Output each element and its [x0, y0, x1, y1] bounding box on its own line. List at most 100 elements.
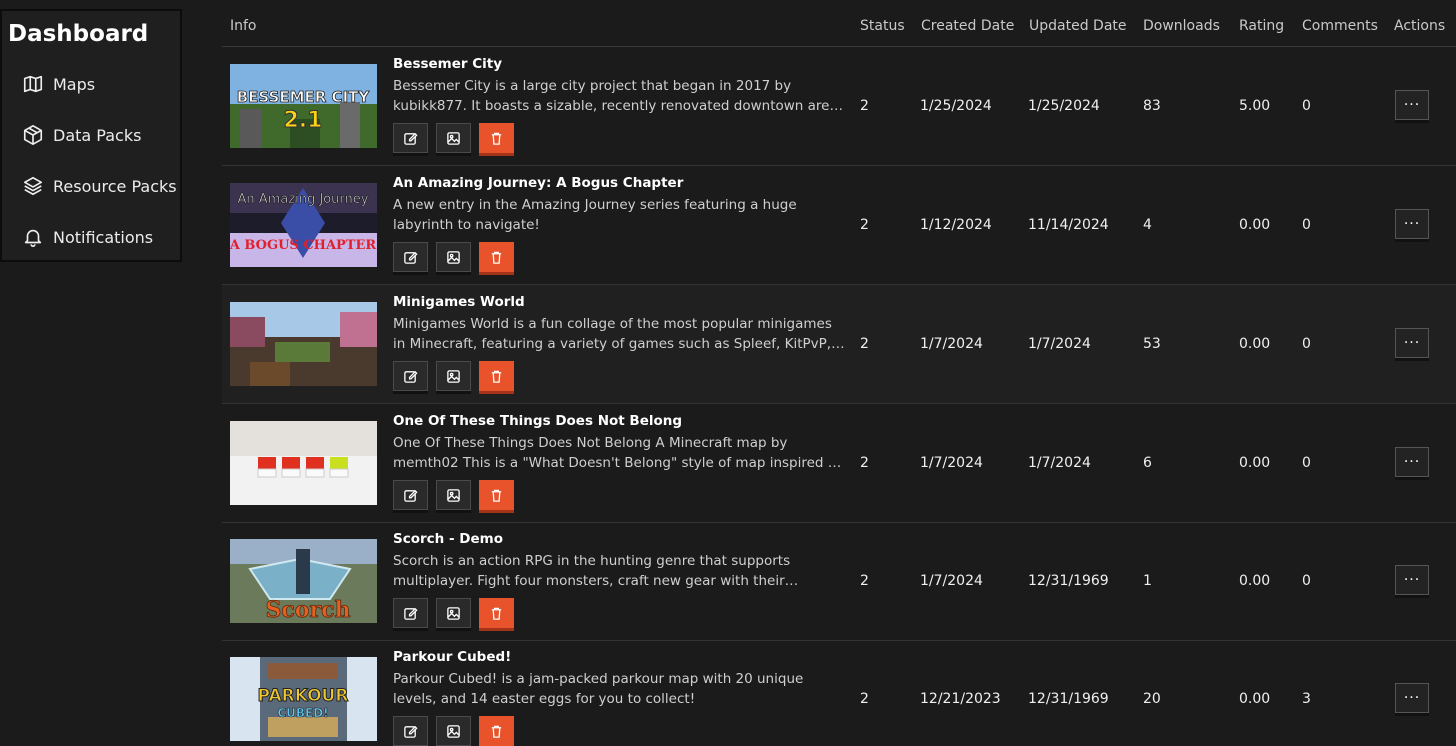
sidebar: Dashboard Maps Data Packs Resource Packs…: [0, 9, 182, 262]
delete-button[interactable]: [479, 242, 514, 272]
more-actions-button[interactable]: ···: [1395, 565, 1429, 595]
sidebar-item-label: Data Packs: [53, 125, 142, 145]
image-icon: [447, 131, 460, 145]
updated-date-cell: 1/7/2024: [1028, 455, 1091, 471]
created-date-cell: 1/7/2024: [920, 455, 983, 471]
downloads-cell: 4: [1143, 217, 1152, 233]
table-row: Scorch Scorch - Demo Scorch is an action…: [222, 522, 1456, 641]
more-actions-button[interactable]: ···: [1395, 209, 1429, 239]
map-title[interactable]: An Amazing Journey: A Bogus Chapter: [393, 175, 683, 191]
svg-text:BESSEMER CITY: BESSEMER CITY: [237, 88, 371, 106]
status-cell: 2: [860, 98, 869, 114]
sidebar-item-label: Maps: [53, 74, 96, 94]
map-thumbnail[interactable]: BESSEMER CITY 2.1: [230, 64, 377, 148]
column-header-status: Status: [860, 18, 905, 34]
map-title[interactable]: Scorch - Demo: [393, 531, 503, 547]
map-thumbnail[interactable]: [230, 302, 377, 386]
updated-date-cell: 12/31/1969: [1028, 573, 1109, 589]
updated-date-cell: 11/14/2024: [1028, 217, 1109, 233]
comments-cell: 0: [1302, 98, 1311, 114]
edit-icon: [404, 251, 418, 264]
status-cell: 2: [860, 573, 869, 589]
image-button[interactable]: [436, 242, 471, 272]
rating-cell: 0.00: [1239, 455, 1271, 471]
edit-button[interactable]: [393, 480, 428, 510]
svg-text:Scorch: Scorch: [266, 597, 351, 623]
created-date-cell: 1/12/2024: [920, 217, 992, 233]
edit-button[interactable]: [393, 361, 428, 391]
created-date-cell: 12/21/2023: [920, 691, 1001, 707]
comments-cell: 0: [1302, 573, 1311, 589]
sidebar-item-label: Resource Packs: [53, 176, 177, 196]
edit-icon: [404, 489, 418, 502]
edit-icon: [404, 607, 418, 620]
svg-text:A BOGUS CHAPTER: A BOGUS CHAPTER: [230, 238, 376, 253]
table-header: Info Status Created Date Updated Date Do…: [222, 0, 1456, 47]
table-row: An Amazing Journey A BOGUS CHAPTER An Am…: [222, 166, 1456, 285]
image-button[interactable]: [436, 361, 471, 391]
status-cell: 2: [860, 217, 869, 233]
delete-button[interactable]: [479, 598, 514, 628]
map-title[interactable]: One Of These Things Does Not Belong: [393, 413, 682, 429]
map-title[interactable]: Parkour Cubed!: [393, 649, 511, 665]
image-button[interactable]: [436, 480, 471, 510]
svg-text:CUBED!: CUBED!: [277, 706, 328, 720]
box-icon: [23, 125, 43, 145]
image-button[interactable]: [436, 598, 471, 628]
rating-cell: 0.00: [1239, 336, 1271, 352]
trash-icon: [491, 607, 502, 620]
map-icon: [23, 75, 43, 93]
map-title[interactable]: Bessemer City: [393, 56, 502, 72]
comments-cell: 0: [1302, 217, 1311, 233]
column-header-rating: Rating: [1239, 18, 1285, 34]
map-thumbnail[interactable]: [230, 421, 377, 505]
comments-cell: 0: [1302, 336, 1311, 352]
image-button[interactable]: [436, 123, 471, 153]
more-actions-button[interactable]: ···: [1395, 90, 1429, 120]
layers-icon: [23, 176, 43, 196]
sidebar-item-label: Notifications: [53, 227, 154, 247]
map-description: Minigames World is a fun collage of the …: [393, 316, 832, 352]
delete-button[interactable]: [479, 361, 514, 391]
updated-date-cell: 1/7/2024: [1028, 336, 1091, 352]
image-icon: [447, 250, 460, 264]
column-header-updated-date: Updated Date: [1029, 18, 1127, 34]
rating-cell: 0.00: [1239, 217, 1271, 233]
comments-cell: 3: [1302, 691, 1311, 707]
svg-text:PARKOUR: PARKOUR: [258, 686, 349, 706]
sidebar-item-data-packs[interactable]: Data Packs: [22, 120, 141, 150]
sidebar-item-resource-packs[interactable]: Resource Packs: [22, 171, 177, 201]
created-date-cell: 1/7/2024: [920, 336, 983, 352]
updated-date-cell: 12/31/1969: [1028, 691, 1109, 707]
map-thumbnail[interactable]: Scorch: [230, 539, 377, 623]
map-title[interactable]: Minigames World: [393, 294, 525, 310]
table-row: Minigames World Minigames World is a fun…: [222, 285, 1456, 404]
status-cell: 2: [860, 455, 869, 471]
edit-button[interactable]: [393, 598, 428, 628]
map-thumbnail[interactable]: PARKOUR CUBED!: [230, 657, 377, 741]
delete-button[interactable]: [479, 123, 514, 153]
column-header-created-date: Created Date: [921, 18, 1015, 34]
downloads-cell: 1: [1143, 573, 1152, 589]
image-icon: [447, 606, 460, 620]
map-thumbnail[interactable]: An Amazing Journey A BOGUS CHAPTER: [230, 183, 377, 267]
sidebar-item-maps[interactable]: Maps: [22, 69, 95, 99]
more-actions-button[interactable]: ···: [1395, 683, 1429, 713]
downloads-cell: 6: [1143, 455, 1152, 471]
trash-icon: [491, 725, 502, 738]
downloads-cell: 20: [1143, 691, 1161, 707]
sidebar-title: Dashboard: [8, 21, 149, 47]
bell-icon: [24, 229, 42, 247]
edit-button[interactable]: [393, 123, 428, 153]
sidebar-item-notifications[interactable]: Notifications: [22, 222, 153, 252]
updated-date-cell: 1/25/2024: [1028, 98, 1100, 114]
map-description: A new entry in the Amazing Journey serie…: [393, 197, 797, 233]
image-icon: [447, 724, 460, 738]
created-date-cell: 1/25/2024: [920, 98, 992, 114]
edit-button[interactable]: [393, 242, 428, 272]
column-header-info: Info: [230, 18, 257, 34]
more-actions-button[interactable]: ···: [1395, 328, 1429, 358]
more-actions-button[interactable]: ···: [1395, 447, 1429, 477]
delete-button[interactable]: [479, 480, 514, 510]
image-icon: [447, 488, 460, 502]
